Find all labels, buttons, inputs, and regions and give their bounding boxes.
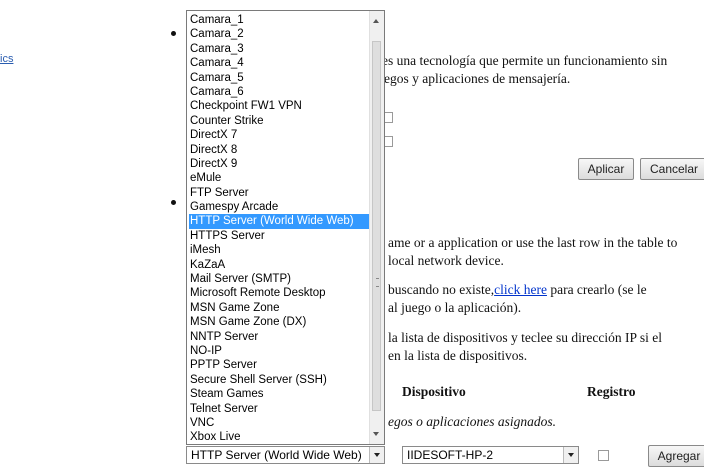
list-bullet	[171, 200, 176, 205]
dropdown-option[interactable]: FTP Server	[189, 186, 370, 200]
application-select[interactable]: HTTP Server (World Wide Web)	[186, 446, 385, 464]
dropdown-option[interactable]: MSN Game Zone (DX)	[189, 315, 370, 329]
scroll-up-icon[interactable]	[373, 19, 379, 23]
dropdown-option[interactable]: MSN Game Zone	[189, 301, 370, 315]
device-column-header: Dispositivo	[402, 384, 466, 399]
instruction-text: buscando no existe,click here para crear…	[388, 282, 647, 298]
scrollbar-thumb[interactable]	[372, 41, 381, 411]
instruction-text: al juego o la aplicación).	[388, 300, 522, 315]
log-column-header: Registro	[587, 384, 636, 399]
dropdown-option[interactable]: KaZaA	[189, 258, 370, 272]
instruction-text: en la lista de dispositivos.	[388, 348, 528, 363]
scroll-down-icon[interactable]	[373, 432, 379, 436]
dropdown-option[interactable]: Counter Strike	[189, 114, 370, 128]
dropdown-options: Camara_1 Camara_2 Camara_3 Camara_4 Camara_5…	[189, 13, 370, 445]
dropdown-option[interactable]: Camara_3	[189, 42, 370, 56]
dropdown-option[interactable]: Mail Server (SMTP)	[189, 272, 370, 286]
dropdown-option[interactable]: HTTPS Server	[189, 229, 370, 243]
dropdown-option[interactable]: Secure Shell Server (SSH)	[189, 373, 370, 387]
click-here-link[interactable]: click here	[494, 282, 547, 297]
dropdown-option[interactable]: Camara_2	[189, 27, 370, 41]
dropdown-option[interactable]: Camara_4	[189, 56, 370, 70]
description-text: es una tecnología que permite un funcion…	[382, 53, 668, 68]
grip-icon	[376, 278, 379, 287]
dropdown-option[interactable]: Checkpoint FW1 VPN	[189, 99, 370, 113]
dropdown-option[interactable]: Gamespy Arcade	[189, 200, 370, 214]
instruction-text: la lista de dispositivos y teclee su dir…	[388, 330, 662, 345]
dropdown-option[interactable]: Camara_1	[189, 13, 370, 27]
dropdown-option[interactable]: Camara_6	[189, 85, 370, 99]
dropdown-option[interactable]: Microsoft Remote Desktop	[189, 286, 370, 300]
dropdown-option[interactable]: DirectX 9	[189, 157, 370, 171]
apply-button[interactable]: Aplicar	[578, 158, 634, 180]
log-checkbox[interactable]	[598, 450, 609, 461]
chevron-down-icon[interactable]	[369, 447, 384, 463]
sidebar-link[interactable]: ics	[0, 53, 13, 65]
instruction-text-pre: buscando no existe,	[388, 282, 495, 297]
instruction-text-post: para crearlo (se le	[546, 282, 647, 297]
instruction-text: ame or a application or use the last row…	[388, 235, 678, 250]
dropdown-option[interactable]: iMesh	[189, 243, 370, 257]
description-text: egos y aplicaciones de mensajería.	[384, 71, 571, 86]
list-bullet	[171, 31, 176, 36]
dropdown-option[interactable]: NNTP Server	[189, 330, 370, 344]
dropdown-option[interactable]: Telnet Server	[189, 402, 370, 416]
dropdown-option[interactable]: NO-IP	[189, 344, 370, 358]
dropdown-scrollbar[interactable]	[369, 11, 384, 444]
application-select-value: HTTP Server (World Wide Web)	[191, 448, 362, 462]
dropdown-option[interactable]: PPTP Server	[189, 358, 370, 372]
empty-table-message: egos o aplicaciones asignados.	[388, 414, 556, 429]
device-select[interactable]: IIDESOFT-HP-2	[402, 446, 579, 464]
dropdown-option[interactable]: Camara_5	[189, 71, 370, 85]
dropdown-option[interactable]: HTTP Server (World Wide Web)	[189, 214, 370, 229]
dropdown-option[interactable]: DirectX 7	[189, 128, 370, 142]
dropdown-option[interactable]: Xbox Live	[189, 430, 370, 444]
application-dropdown-list[interactable]: Camara_1 Camara_2 Camara_3 Camara_4 Camara_5…	[186, 10, 385, 445]
add-button[interactable]: Agregar	[648, 445, 704, 467]
dropdown-option[interactable]: Steam Games	[189, 387, 370, 401]
dropdown-option[interactable]: DirectX 8	[189, 143, 370, 157]
chevron-down-icon[interactable]	[563, 447, 578, 463]
device-select-value: IIDESOFT-HP-2	[407, 448, 494, 462]
instruction-text: local network device.	[388, 253, 504, 268]
cancel-button[interactable]: Cancelar	[640, 158, 704, 180]
dropdown-option[interactable]: eMule	[189, 171, 370, 185]
dropdown-option[interactable]: VNC	[189, 416, 370, 430]
